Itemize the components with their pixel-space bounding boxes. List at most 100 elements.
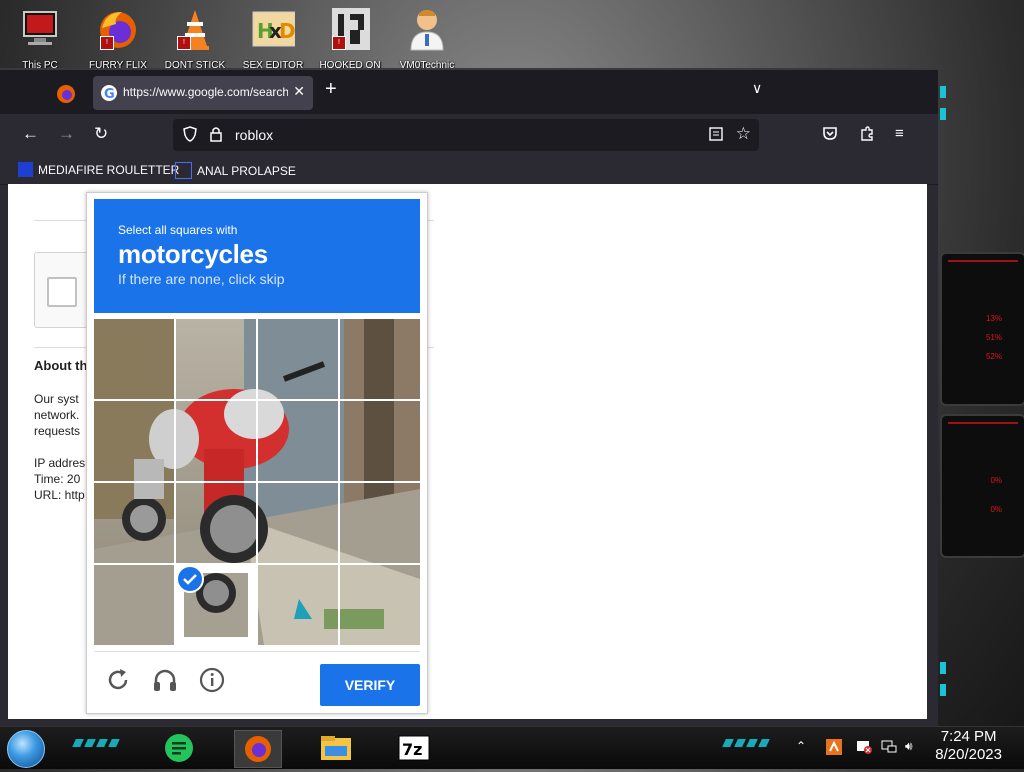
recaptcha-checkbox[interactable] [47,277,77,307]
bookmark-second[interactable]: ANAL PROLAPSE [175,162,296,179]
grid-tile-1[interactable] [94,319,174,399]
desktop-icon-dont-stick[interactable]: ! DONT STICK [159,6,231,71]
grid-tile-5[interactable] [94,401,174,481]
doctor-avatar-icon [405,6,449,52]
vlc-cone-icon: ! [173,6,217,52]
taskbar-app-firefox[interactable] [234,730,282,768]
grid-tile-7[interactable] [258,401,338,481]
gauge-value: 51% [985,333,1002,342]
disk-gauge-widget: 0% 0% [940,414,1024,558]
grid-tile-3[interactable] [258,319,338,399]
shortcut-badge-icon: ! [177,36,191,50]
tab-title: https://www.google.com/search [123,85,288,99]
grid-tile-12[interactable] [340,483,420,563]
firefox-icon [57,85,75,103]
lock-icon[interactable] [209,126,223,142]
grid-tile-8[interactable] [340,401,420,481]
address-bar[interactable]: roblox ☆ [173,119,759,151]
tray-app-icon[interactable] [826,739,842,758]
grid-tile-13[interactable] [94,565,174,645]
grid-tile-4[interactable] [340,319,420,399]
list-all-tabs-chevron-icon[interactable]: ∨ [752,80,762,97]
clock[interactable]: 7:24 PM 8/20/2023 [935,728,1002,764]
navigation-toolbar: ← → ↻ roblox ☆ ≡ [0,114,938,156]
deco-strip [940,662,946,674]
about-line: Our syst [34,392,79,406]
bookmark-label: MEDIAFIRE ROULETTER [38,162,180,177]
shortcut-badge-icon: ! [332,36,346,50]
grid-tile-6[interactable] [176,401,256,481]
game-tile-icon: ! [328,6,372,52]
google-icon: G [101,85,117,102]
volume-icon[interactable]: 🔊︎ [905,739,913,754]
challenge-footer: VERIFY [94,651,420,710]
challenge-header: Select all squares with motorcycles If t… [94,199,420,313]
bookmark-star-icon[interactable]: ☆ [736,124,751,144]
info-line: URL: http [34,488,85,502]
network-icon[interactable] [880,739,898,758]
gauge-value: 13% [985,314,1002,323]
reload-challenge-icon[interactable] [104,666,132,694]
deco-strip [940,684,946,696]
taskbar-app-notes[interactable] [156,730,202,766]
svg-text:7z: 7z [402,740,422,759]
tracking-shield-icon[interactable] [183,126,197,142]
grid-tile-10[interactable] [176,483,256,563]
seven-zip-icon: 7z [398,735,430,761]
about-heading: About th [34,358,88,373]
challenge-image-grid [94,319,420,645]
desktop-icon-vm0technic[interactable]: VM0Technic [391,6,463,71]
svg-text:G: G [104,87,115,101]
back-button[interactable]: ← [22,124,39,144]
grid-tile-11[interactable] [258,483,338,563]
firefox-icon [245,736,271,762]
clock-date: 8/20/2023 [935,746,1002,763]
start-orb-button[interactable] [7,730,45,768]
info-line: Time: 20 [34,472,81,486]
reload-button[interactable]: ↻ [94,124,108,144]
gauge-value: 0% [990,505,1002,514]
audio-challenge-headphones-icon[interactable] [151,666,179,694]
svg-text:D: D [279,19,295,43]
firefox-icon: ! [96,6,140,52]
about-line: network. [34,408,80,422]
pocket-icon[interactable] [822,125,838,145]
taskbar-app-file-explorer[interactable] [313,730,359,766]
desktop-icon-sex-editor[interactable]: HxD SEX EDITOR [237,6,309,71]
firefox-view-button[interactable] [54,82,78,106]
desktop-icon-this-pc[interactable]: This PC [4,6,76,71]
recaptcha-challenge: Select all squares with motorcycles If t… [86,192,428,714]
grid-tile-2[interactable] [176,319,256,399]
url-input[interactable]: roblox [235,127,273,143]
grid-tile-16[interactable] [340,565,420,645]
desktop-icon-hooked-on[interactable]: ! HOOKED ON [314,6,386,71]
tray-flag-icon[interactable] [855,739,873,758]
close-tab-icon[interactable]: ✕ [293,83,305,100]
help-info-icon[interactable] [198,666,226,694]
tab-google-search[interactable]: G https://www.google.com/search ✕ [93,76,313,110]
extensions-icon[interactable] [859,125,875,145]
folder-icon [321,736,351,760]
verify-button[interactable]: VERIFY [320,664,420,706]
about-line: requests [34,424,81,438]
deco-strip [940,108,946,120]
taskbar-app-7zip[interactable]: 7z [391,730,437,766]
show-hidden-icons-chevron-icon[interactable]: ⌃ [796,739,806,753]
new-tab-button[interactable]: + [325,78,337,101]
challenge-hint: If there are none, click skip [118,271,285,287]
bookmark-mediafire[interactable]: MEDIAFIRE ROULETTER [18,162,179,177]
gauge-line [948,422,1018,424]
sigma-bookmark-icon [175,162,192,179]
bookmark-label: ANAL PROLAPSE [197,163,296,178]
mediafire-icon [18,162,33,177]
forward-button[interactable]: → [58,124,75,144]
cpu-gauge-widget: 13% 51% 52% [940,252,1024,406]
gauge-value: 0% [990,476,1002,485]
reader-view-icon[interactable] [709,126,723,142]
green-notes-icon [165,734,193,762]
desktop-icon-furry-flix[interactable]: ! FURRY FLIX [82,6,154,71]
menu-hamburger-icon[interactable]: ≡ [895,125,904,142]
grid-tile-15[interactable] [258,565,338,645]
info-line: IP addres [34,456,86,470]
grid-tile-9[interactable] [94,483,174,563]
